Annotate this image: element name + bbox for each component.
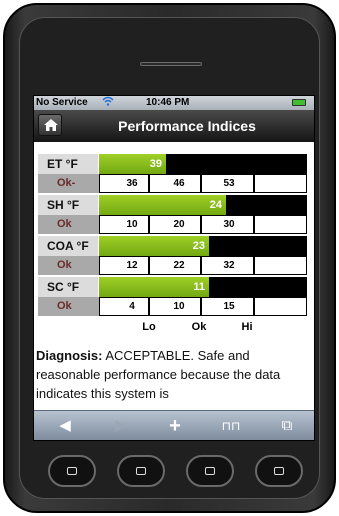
hardware-button[interactable] [48,455,96,487]
battery-icon [292,99,306,106]
tick-mark [148,216,150,233]
bookmarks-button[interactable]: ⊓⊓ [220,416,242,436]
square-icon [274,467,284,475]
gauge-scale: 36 46 53 [99,174,307,193]
back-button[interactable]: ◀ [54,416,76,436]
tick-hi: 15 [223,301,235,312]
tick-lo: 10 [126,219,138,230]
gauge-scale: 4 10 15 [99,297,307,316]
tick-mark [253,298,255,315]
gauge-status: Ok [38,256,99,275]
browser-toolbar: ◀ ▶ + ⊓⊓ ⧉ [34,410,314,440]
gauge-value: 24 [209,199,222,211]
add-bookmark-button[interactable]: + [164,416,186,436]
hardware-button[interactable] [255,455,303,487]
level-lo: Lo [142,321,156,333]
tick-mark [148,175,150,192]
status-bar: No Service 10:46 PM [34,96,314,110]
gauge-value: 11 [193,281,205,293]
forward-button[interactable]: ▶ [110,416,132,436]
hardware-button[interactable] [186,455,234,487]
gauge-bar: 39 [99,154,307,174]
gauge-label: ET °F [38,154,99,174]
gauge-list: ET °F Ok- 39 36 46 53 SH °F Ok 24 10 20 … [38,154,310,318]
nav-bar: Performance Indices [34,110,314,142]
level-ok: Ok [191,321,207,333]
tick-ok: 20 [173,219,185,230]
tick-mark [253,257,255,274]
gauge-value: 23 [192,240,205,252]
gauge-scale: 12 22 32 [99,256,307,275]
tick-ok: 10 [173,301,185,312]
carrier-label: No Service [36,97,88,108]
gauge-bar: 23 [99,236,307,256]
gauge-bar: 11 [99,277,307,297]
tick-mark [253,175,255,192]
tick-ok: 46 [173,178,185,189]
tick-mark [200,298,202,315]
gauge-label: COA °F [38,236,99,256]
page-title: Performance Indices [118,118,256,134]
level-legend: Lo Ok Hi [34,321,314,337]
gauge-bar: 24 [99,195,307,215]
tick-mark [148,257,150,274]
square-icon [136,467,146,475]
tick-hi: 53 [223,178,235,189]
gauge-status: Ok [38,297,99,316]
diagnosis-heading: Diagnosis: [36,348,103,363]
gauge-value: 39 [149,158,162,170]
gauge-coa: COA °F Ok 23 12 22 32 [38,236,310,276]
gauge-label: SC °F [38,277,99,297]
tick-lo: 4 [129,301,135,312]
gauge-sh: SH °F Ok 24 10 20 30 [38,195,310,235]
speaker-grille [140,62,202,66]
gauge-status: Ok- [38,174,99,193]
hardware-button[interactable] [117,455,165,487]
square-icon [205,467,215,475]
tick-mark [200,257,202,274]
level-hi: Hi [241,321,253,333]
tick-lo: 12 [126,260,138,271]
status-time: 10:46 PM [146,97,190,108]
tick-mark [200,175,202,192]
tick-hi: 30 [223,219,235,230]
tick-mark [200,216,202,233]
gauge-et: ET °F Ok- 39 36 46 53 [38,154,310,194]
tick-hi: 32 [223,260,235,271]
gauge-status: Ok [38,215,99,234]
gauge-sc: SC °F Ok 11 4 10 15 [38,277,310,317]
wifi-icon [102,96,114,111]
tick-ok: 22 [173,260,185,271]
tick-lo: 36 [126,178,138,189]
gauge-scale: 10 20 30 [99,215,307,234]
phone-screen: No Service 10:46 PM Performance Indices … [33,95,315,441]
pages-button[interactable]: ⧉ [276,416,298,436]
diagnosis-text: Diagnosis: ACCEPTABLE. Safe and reasonab… [36,346,312,403]
tick-mark [253,216,255,233]
gauge-label: SH °F [38,195,99,215]
tick-mark [148,298,150,315]
square-icon [67,467,77,475]
